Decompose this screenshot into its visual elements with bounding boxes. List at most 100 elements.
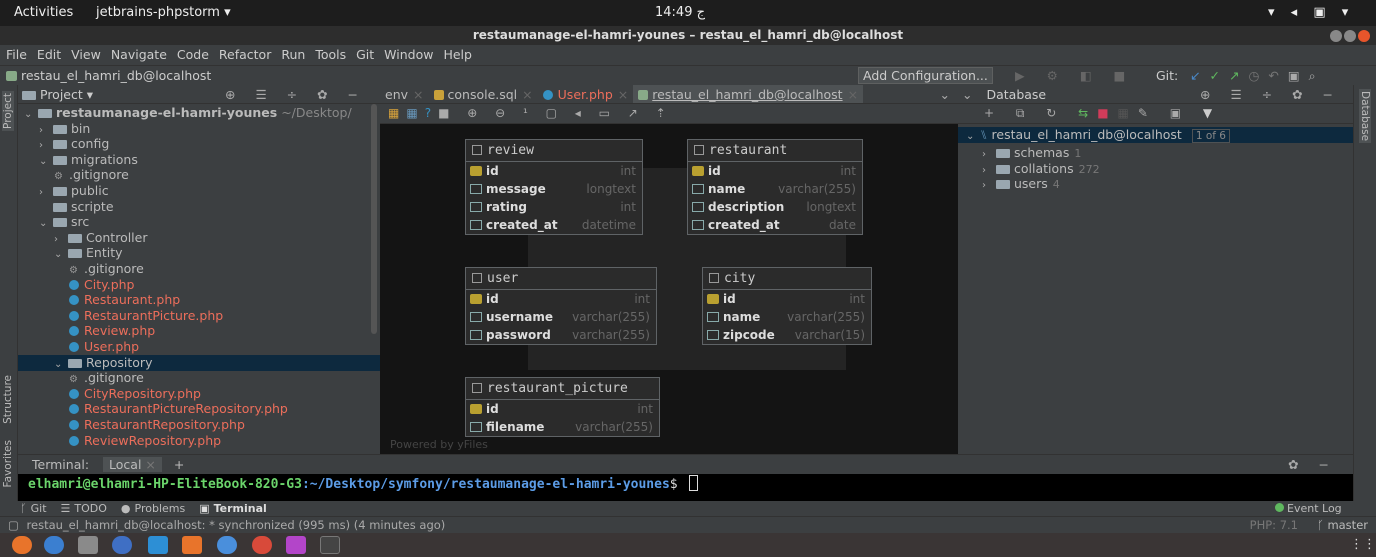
run-toolbar-icons[interactable]: ▶ ⚙ ◧ ■ [1015, 66, 1134, 85]
database-panel-actions[interactable]: ⊕ ☰ ÷ ✿ − [1200, 85, 1341, 104]
bottom-tab-problems[interactable]: ● Problems [121, 502, 185, 515]
tab-env[interactable]: env × [380, 85, 429, 103]
close-tab-icon[interactable]: × [522, 87, 532, 102]
clock[interactable]: 14:49 ج [655, 5, 705, 20]
tree-folder[interactable]: ⌄ migrations [18, 152, 380, 168]
database-toolbar-icons[interactable]: + ⧉ ↻ ⇆■▦✎ ▣ ▼ [984, 106, 1221, 121]
tab-restau-el-hamri-db[interactable]: restau_el_hamri_db@localhost × [633, 85, 864, 103]
tree-file[interactable]: Restaurant.php [18, 292, 380, 308]
tree-folder[interactable]: ⌄ src [18, 214, 380, 230]
diagram-canvas[interactable]: Powered by yFiles review id int message long… [380, 124, 958, 454]
add-configuration-button[interactable]: Add Configuration... [858, 67, 993, 84]
git-branch[interactable]: ᚴ master [1317, 517, 1368, 534]
diagram-toolbar-icons[interactable]: ▦▦?■ ⊕ ⊖ ¹ ▢ ◂ ▭ ↗ ⇡ [388, 106, 673, 120]
db-node-schemas[interactable]: › schemas 1 [958, 145, 1320, 161]
chevron-right-icon[interactable]: › [982, 178, 996, 194]
structure-tool-tab[interactable]: Structure [2, 375, 14, 424]
bottom-tab-git[interactable]: ᚴ Git [20, 502, 47, 515]
menu-code[interactable]: Code [177, 47, 209, 62]
software-center-icon[interactable] [182, 536, 202, 554]
table-restaurant-picture[interactable]: restaurant_picture id int filename varchar(2… [465, 377, 660, 437]
app-menu[interactable]: jetbrains-phpstorm ▾ [96, 5, 231, 20]
bottom-tab-todo[interactable]: ☰ TODO [61, 502, 107, 515]
tree-file[interactable]: ⚙ .gitignore [18, 370, 380, 386]
git-toolbar-icons[interactable]: ↙✓↗◷↶▣⌕ [1190, 66, 1325, 85]
writer-icon[interactable] [148, 536, 168, 554]
browser-icon[interactable] [44, 536, 64, 554]
new-terminal-icon[interactable]: + [174, 457, 184, 472]
close-icon[interactable]: × [145, 457, 155, 472]
close-tab-icon[interactable]: × [618, 87, 628, 102]
close-icon[interactable] [1358, 30, 1370, 42]
terminal-tab-local[interactable]: Local × [103, 457, 162, 472]
menu-refactor[interactable]: Refactor [219, 47, 271, 62]
menu-navigate[interactable]: Navigate [111, 47, 167, 62]
tree-folder[interactable]: ⌄ restaumanage-el-hamri-younes ~/Desktop/ [18, 105, 380, 121]
mail-icon[interactable] [112, 536, 132, 554]
maximize-icon[interactable] [1344, 30, 1356, 42]
db-root-node[interactable]: ⌄ ⑊ restau_el_hamri_db@localhost 1 of 6 [958, 127, 1353, 143]
files-icon[interactable] [78, 536, 98, 554]
help-icon[interactable] [217, 536, 237, 554]
chevron-down-icon[interactable]: ⌄ [962, 87, 972, 102]
column-icon [692, 184, 704, 194]
tree-file[interactable]: ⚙ .gitignore [18, 167, 380, 183]
tab-user[interactable]: User.php × [538, 85, 634, 103]
table-user[interactable]: user id int username varchar(255) password var… [465, 267, 657, 345]
phpstorm-icon[interactable] [286, 536, 306, 554]
table-city[interactable]: city id int name varchar(255) zipcode varchar(… [702, 267, 872, 345]
table-restaurant[interactable]: restaurant id int name varchar(255) descripti… [687, 139, 863, 235]
close-tab-icon[interactable]: × [848, 87, 858, 102]
menu-git[interactable]: Git [356, 47, 374, 62]
terminal-output[interactable]: elhamri@elhamri-HP-EliteBook-820-G3:~/De… [18, 474, 1353, 501]
tree-folder[interactable]: › public [18, 183, 380, 199]
db-node-collations[interactable]: › collations 272 [958, 161, 1320, 177]
menu-window[interactable]: Window [384, 47, 433, 62]
activities-button[interactable]: Activities [14, 5, 73, 20]
favorites-tool-tab[interactable]: Favorites [2, 440, 14, 487]
tree-folder[interactable]: › Controller [18, 230, 380, 246]
db-node-users[interactable]: › users 4 [958, 176, 1320, 192]
project-tool-tab[interactable]: Project [2, 91, 14, 131]
tree-folder[interactable]: ⌄ Repository [18, 354, 380, 371]
menu-run[interactable]: Run [281, 47, 305, 62]
table-column: created_at date [688, 216, 862, 234]
menu-file[interactable]: File [6, 47, 27, 62]
ubuntu-icon[interactable] [12, 536, 32, 554]
tree-file[interactable]: ⚙ .gitignore [18, 261, 380, 277]
tree-folder[interactable]: › config [18, 136, 380, 152]
menu-edit[interactable]: Edit [37, 47, 61, 62]
menu-tools[interactable]: Tools [315, 47, 346, 62]
tree-file[interactable]: RestaurantPicture.php [18, 308, 380, 324]
tree-file[interactable]: City.php [18, 277, 380, 293]
system-tray-icons[interactable]: ▾ ◂ ▣ ▾ [1268, 5, 1354, 20]
terminal-app-icon[interactable] [320, 536, 340, 554]
project-view-selector[interactable]: Project ▾ [40, 87, 93, 102]
menu-view[interactable]: View [71, 47, 101, 62]
event-log-button[interactable]: Event Log [1275, 501, 1342, 516]
close-tab-icon[interactable]: × [413, 87, 423, 102]
project-panel-actions[interactable]: ⊕ ☰ ÷ ✿ − [225, 85, 366, 104]
database-tool-tab[interactable]: Database [1359, 89, 1371, 144]
tree-scrollbar[interactable] [371, 104, 377, 334]
minimize-icon[interactable] [1330, 30, 1342, 42]
tree-folder[interactable]: scripte [18, 199, 380, 215]
app-grid-icon[interactable]: ⋮⋮ [1350, 537, 1376, 552]
tree-folder[interactable]: ⌄ Entity [18, 245, 380, 261]
chrome-icon[interactable] [252, 536, 272, 554]
tree-file[interactable]: CityRepository.php [18, 386, 380, 402]
tree-file[interactable]: ReviewRepository.php [18, 433, 380, 449]
tree-file[interactable]: Review.php [18, 323, 380, 339]
terminal-actions[interactable]: ✿ − [1288, 455, 1337, 475]
tree-folder[interactable]: › bin [18, 121, 380, 137]
tree-file[interactable]: RestaurantRepository.php [18, 417, 380, 433]
table-review[interactable]: review id int message longtext rating int creat… [465, 139, 643, 235]
menu-help[interactable]: Help [443, 47, 472, 62]
tree-file[interactable]: User.php [18, 339, 380, 355]
tree-file[interactable]: RestaurantPictureRepository.php [18, 401, 380, 417]
tab-console[interactable]: console.sql × [429, 85, 538, 103]
breadcrumb[interactable]: restau_el_hamri_db@localhost [6, 66, 211, 85]
chevron-down-icon[interactable]: ⌄ [940, 85, 950, 103]
php-version[interactable]: PHP: 7.1 [1250, 517, 1298, 534]
bottom-tab-terminal[interactable]: ▣ Terminal [199, 502, 267, 515]
